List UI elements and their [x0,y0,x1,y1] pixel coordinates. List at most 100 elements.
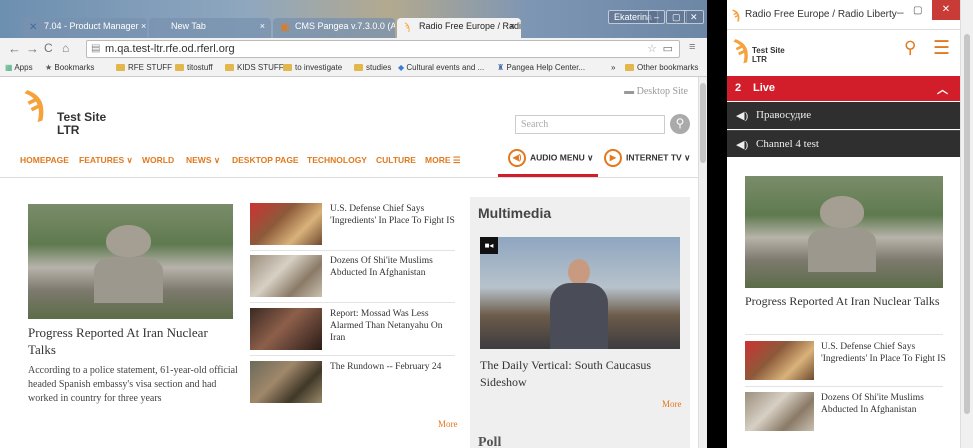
more-multimedia-link[interactable]: More [662,399,682,409]
nav-features[interactable]: FEATURES ∨ [79,155,133,166]
minimize-icon[interactable]: – [897,5,904,19]
story-title[interactable]: The Rundown -- February 24 [330,361,455,373]
hamburger-menu-icon[interactable]: ☰ [933,37,950,60]
bookmark-bookmarks[interactable]: ★ Bookmarks [45,63,94,72]
multimedia-heading: Multimedia [478,205,552,221]
lead-story-title[interactable]: Progress Reported At Iran Nuclear Talks [745,293,950,309]
search-icon[interactable]: ⚲ [904,38,916,58]
bookmarks-overflow[interactable]: » [611,63,615,72]
back-icon[interactable]: ← [8,41,21,56]
play-icon: ▶ [604,149,622,167]
live-bar[interactable]: 2 Live ︿ [727,76,960,101]
address-bar[interactable]: ▤ m.qa.test-ltr.rfe.od.rferl.org ☆ ▭ [86,40,680,58]
close-window-icon[interactable]: ✕ [684,10,704,24]
page-scrollbar[interactable] [698,77,707,448]
mobile-scrollbar[interactable] [960,0,973,448]
reload-icon[interactable]: C [44,41,53,55]
web-page: ϡ Test Site LTR ▬ Desktop Site Search ⚲ … [0,77,698,448]
toolbar: ← → C ⌂ ▤ m.qa.test-ltr.rfe.od.rferl.org… [0,38,707,60]
folder-icon [175,64,184,71]
more-stories-link[interactable]: More [438,419,458,429]
video-title[interactable]: The Daily Vertical: South Caucasus Sides… [480,357,685,391]
tab-rferl[interactable]: ϡ Radio Free Europe / Radio × [397,18,521,38]
minimize-icon[interactable]: – [648,10,666,24]
story-thumbnail[interactable] [745,392,814,431]
poll-heading: Poll [478,435,502,448]
speaker-icon: ◀) [508,149,526,167]
story-title[interactable]: Report: Mossad Was Less Alarmed Than Net… [330,308,455,344]
divider [250,250,455,251]
maximize-icon[interactable]: ▢ [913,5,922,16]
star-icon: ★ [45,63,53,72]
bookmark-apps[interactable]: ▦ Apps [5,63,33,72]
bookmark-kids-stuff[interactable]: KIDS STUFF [225,63,284,72]
audio-menu[interactable]: ◀) AUDIO MENU ∨ [508,149,593,167]
page-icon: ▤ [91,43,101,54]
nav-world[interactable]: WORLD [142,155,174,165]
bookmark-titostuff[interactable]: titostuff [175,63,213,72]
divider [250,355,455,356]
live-count: 2 [735,82,742,94]
nav-desktop-page[interactable]: DESKTOP PAGE [232,155,299,165]
story-thumbnail[interactable] [745,341,814,380]
story-title[interactable]: U.S. Defense Chief Says 'Ingredients' In… [330,203,455,227]
story-title[interactable]: Dozens Of Shi'ite Muslims Abducted In Af… [821,392,951,416]
search-icon[interactable]: ⚲ [670,114,690,134]
live-channel-item[interactable]: ◀) Channel 4 test [727,130,960,157]
lead-story-summary: According to a police statement, 61-year… [28,365,238,404]
folder-icon [225,64,234,71]
search-input[interactable]: Search [515,115,665,134]
site-logo-icon[interactable]: ϡ [733,36,749,62]
x-icon: ✕ [29,22,38,33]
bookmark-other[interactable]: Other bookmarks [625,63,698,72]
close-tab-icon[interactable]: × [260,21,265,31]
story-thumbnail[interactable] [250,255,322,297]
lead-story-image[interactable] [745,176,943,288]
extension-icon[interactable]: ▭ [663,42,673,55]
window-title: Radio Free Europe / Radio Liberty [745,9,897,20]
story-thumbnail[interactable] [250,203,322,245]
video-thumbnail[interactable]: ■◂ [480,237,680,349]
nav-more[interactable]: MORE ☰ [425,155,460,166]
folder-icon [283,64,292,71]
desktop-site-link[interactable]: ▬ Desktop Site [624,86,688,97]
lead-story-image[interactable] [28,204,233,319]
story-title[interactable]: Dozens Of Shi'ite Muslims Abducted In Af… [330,255,455,279]
nav-technology[interactable]: TECHNOLOGY [307,155,367,165]
close-window-icon[interactable]: ✕ [932,0,960,20]
tab-cms-pangea[interactable]: ▣ CMS Pangea v.7.3.0.0 (A... [273,18,395,38]
nav-culture[interactable]: CULTURE [376,155,416,165]
star-icon[interactable]: ☆ [647,42,657,55]
lead-story-title[interactable]: Progress Reported At Iran Nuclear Talks [28,324,233,358]
forward-icon[interactable]: → [26,41,39,56]
close-tab-icon[interactable]: × [510,21,515,31]
tab-product-manager[interactable]: ✕ 7.04 - Product Manager × [22,18,147,38]
diamond-icon: ◆ [398,63,405,72]
bookmark-rfe-stuff[interactable]: RFE STUFF [116,63,172,72]
folder-icon [116,64,125,71]
scrollbar-thumb[interactable] [964,34,970,414]
bookmark-studies[interactable]: studies [354,63,391,72]
site-logo-text[interactable]: Test Site LTR [57,111,106,137]
bookmark-cultural-events[interactable]: ◆ Cultural events and ... [398,63,484,72]
story-thumbnail[interactable] [250,361,322,403]
chevron-up-icon[interactable]: ︿ [937,81,948,97]
story-title[interactable]: U.S. Defense Chief Says 'Ingredients' In… [821,341,951,365]
site-logo-text[interactable]: Test Site LTR [752,46,785,64]
bookmarks-bar: ▦ Apps ★ Bookmarks RFE STUFF titostuff K… [0,60,707,77]
internet-tv-menu[interactable]: ▶ INTERNET TV ∨ [604,149,690,167]
bookmark-to-investigate[interactable]: to investigate [283,63,342,72]
site-logo-icon[interactable]: ϡ [24,87,45,121]
menu-icon[interactable]: ≡ [689,41,695,53]
nav-homepage[interactable]: HOMEPAGE [20,155,69,165]
home-icon[interactable]: ⌂ [62,41,69,55]
multimedia-panel: Multimedia ■◂ The Daily Vertical: South … [470,197,690,448]
bookmark-pangea-help[interactable]: ♜ Pangea Help Center... [497,63,585,72]
nav-news[interactable]: NEWS ∨ [186,155,220,166]
live-label: Live [753,82,776,94]
story-thumbnail[interactable] [250,308,322,350]
scrollbar-thumb[interactable] [700,83,706,163]
monitor-icon: ▬ [624,86,635,97]
tab-new-tab[interactable]: New Tab × [149,18,271,38]
live-channel-item[interactable]: ◀) Правосудие [727,102,960,129]
